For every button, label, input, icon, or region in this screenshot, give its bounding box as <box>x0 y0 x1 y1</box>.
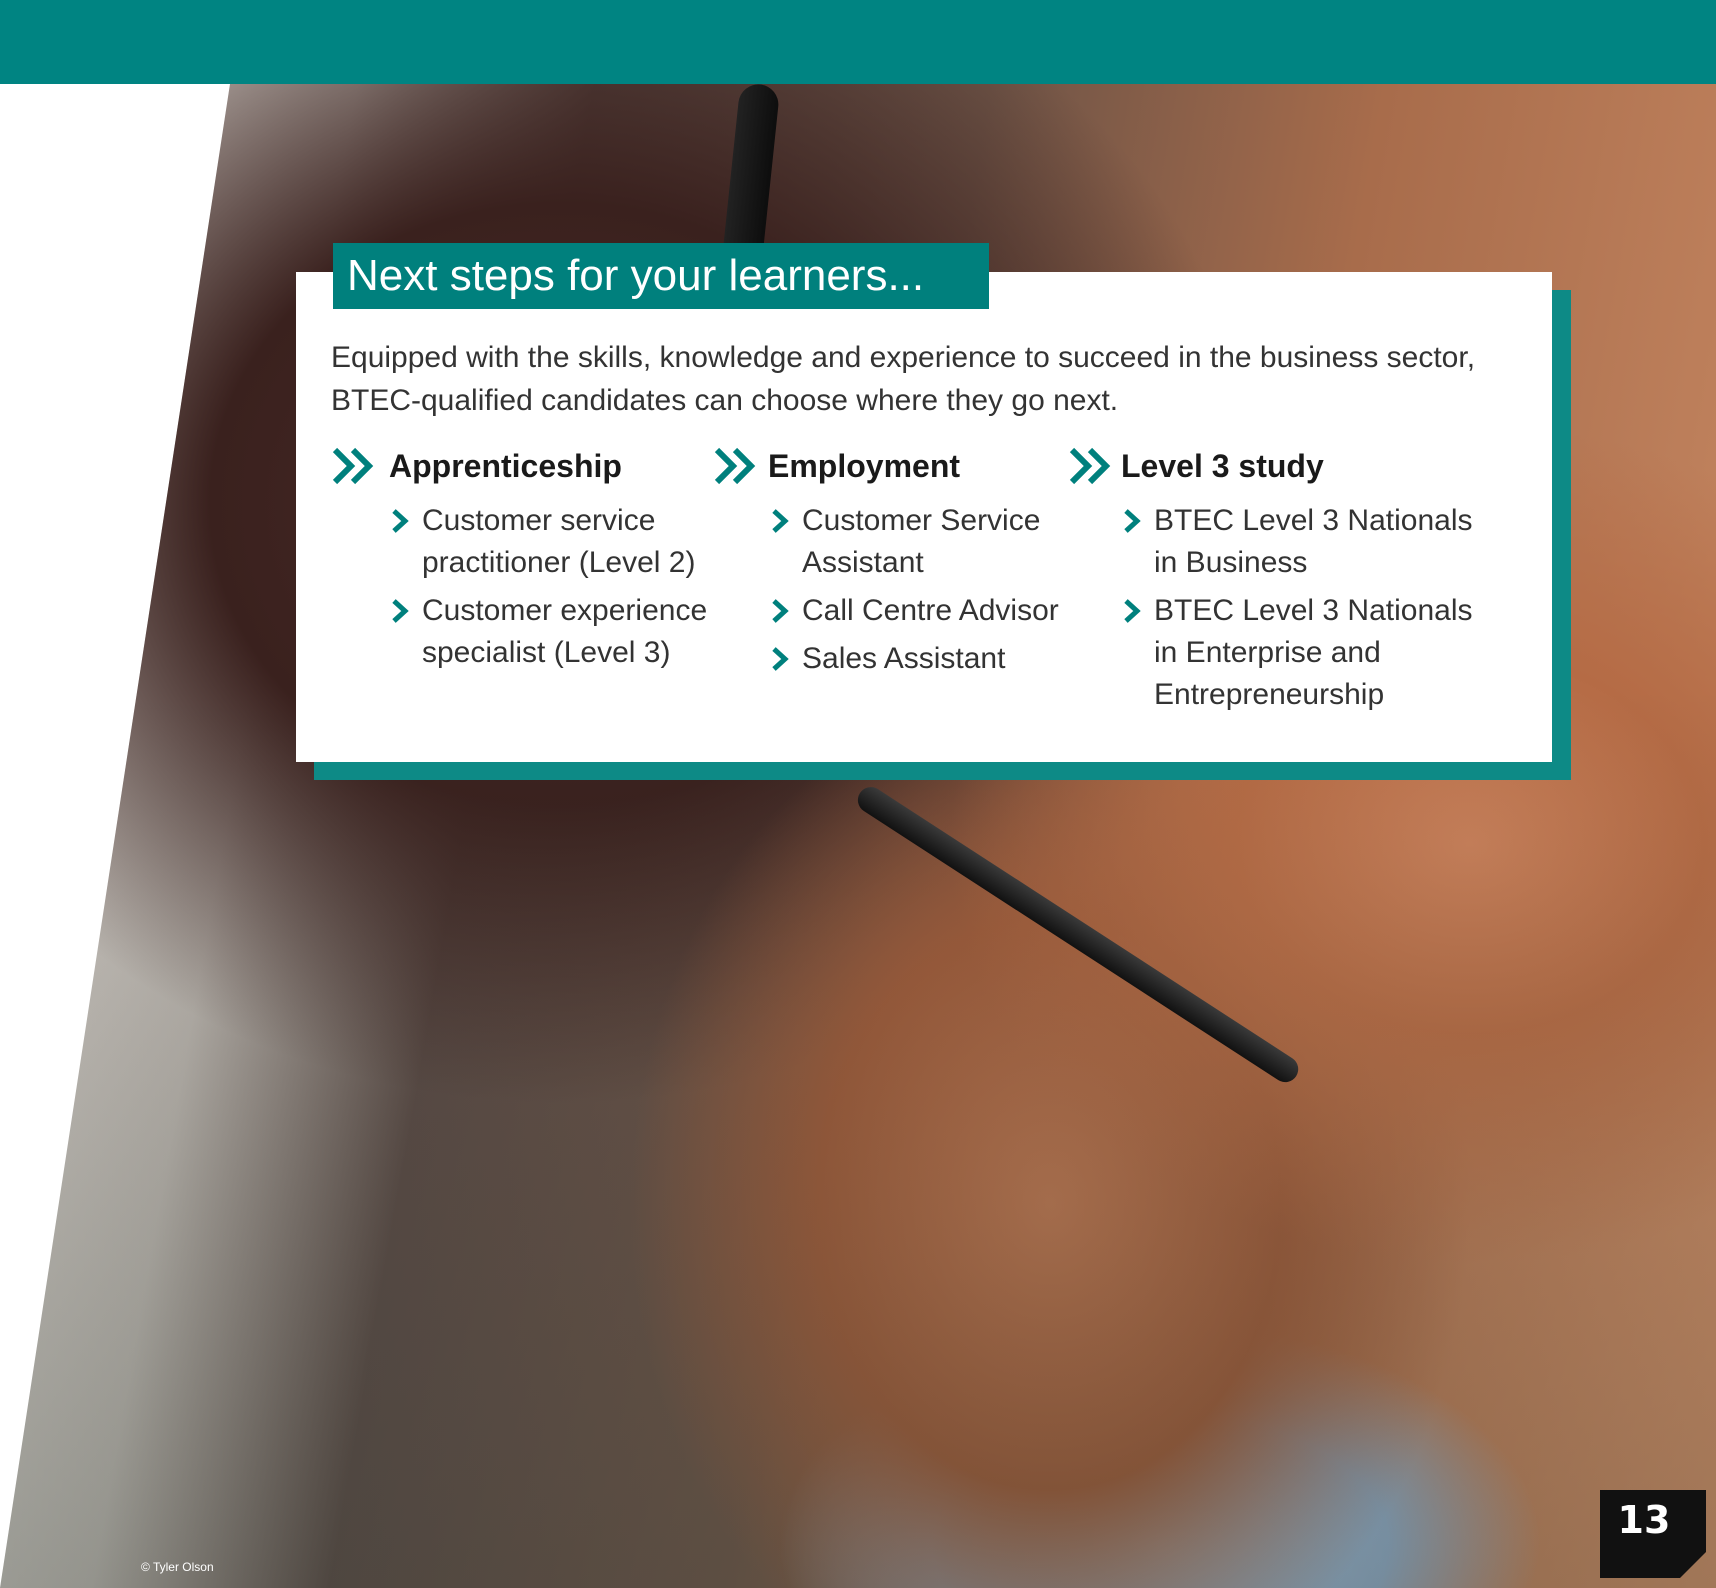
chevron-right-icon <box>392 599 409 623</box>
card-title: Next steps for your learners... <box>333 243 989 309</box>
chevron-right-icon <box>392 509 409 533</box>
list-item-label: Call Centre Advisor <box>802 594 1059 627</box>
column-list: Customer service practitioner (Level 2) … <box>391 500 721 680</box>
photo-credit: © Tyler Olson <box>141 1560 214 1574</box>
chevron-right-icon <box>1124 509 1141 533</box>
list-item-label: Customer Service Assistant <box>802 504 1041 579</box>
double-chevron-icon <box>714 447 756 485</box>
list-item: Sales Assistant <box>771 638 1071 680</box>
double-chevron-icon <box>332 447 374 485</box>
list-item-label: BTEC Level 3 Nationals in Enterprise and… <box>1154 594 1473 711</box>
list-item: Customer service practitioner (Level 2) <box>391 500 721 584</box>
column-heading-label: Level 3 study <box>1121 448 1324 484</box>
list-item: Customer experience specialist (Level 3) <box>391 590 721 674</box>
column-heading-label: Apprenticeship <box>389 448 622 484</box>
list-item: BTEC Level 3 Nationals in Business <box>1123 500 1503 584</box>
column-list: Customer Service Assistant Call Centre A… <box>771 500 1071 686</box>
column-list: BTEC Level 3 Nationals in Business BTEC … <box>1123 500 1503 722</box>
chevron-right-icon <box>772 509 789 533</box>
list-item: Call Centre Advisor <box>771 590 1071 632</box>
page-number: 13 <box>1617 1498 1671 1542</box>
list-item: BTEC Level 3 Nationals in Enterprise and… <box>1123 590 1503 716</box>
chevron-right-icon <box>772 647 789 671</box>
list-item-label: Customer service practitioner (Level 2) <box>422 504 696 579</box>
intro-text: Equipped with the skills, knowledge and … <box>331 341 1476 417</box>
list-item-label: Sales Assistant <box>802 642 1006 675</box>
list-item: Customer Service Assistant <box>771 500 1071 584</box>
list-item-label: BTEC Level 3 Nationals in Business <box>1154 504 1473 579</box>
column-heading-label: Employment <box>768 448 961 484</box>
list-item-label: Customer experience specialist (Level 3) <box>422 594 708 669</box>
double-chevron-icon <box>1069 447 1111 485</box>
top-banner <box>0 0 1716 84</box>
chevron-right-icon <box>1124 599 1141 623</box>
chevron-right-icon <box>772 599 789 623</box>
